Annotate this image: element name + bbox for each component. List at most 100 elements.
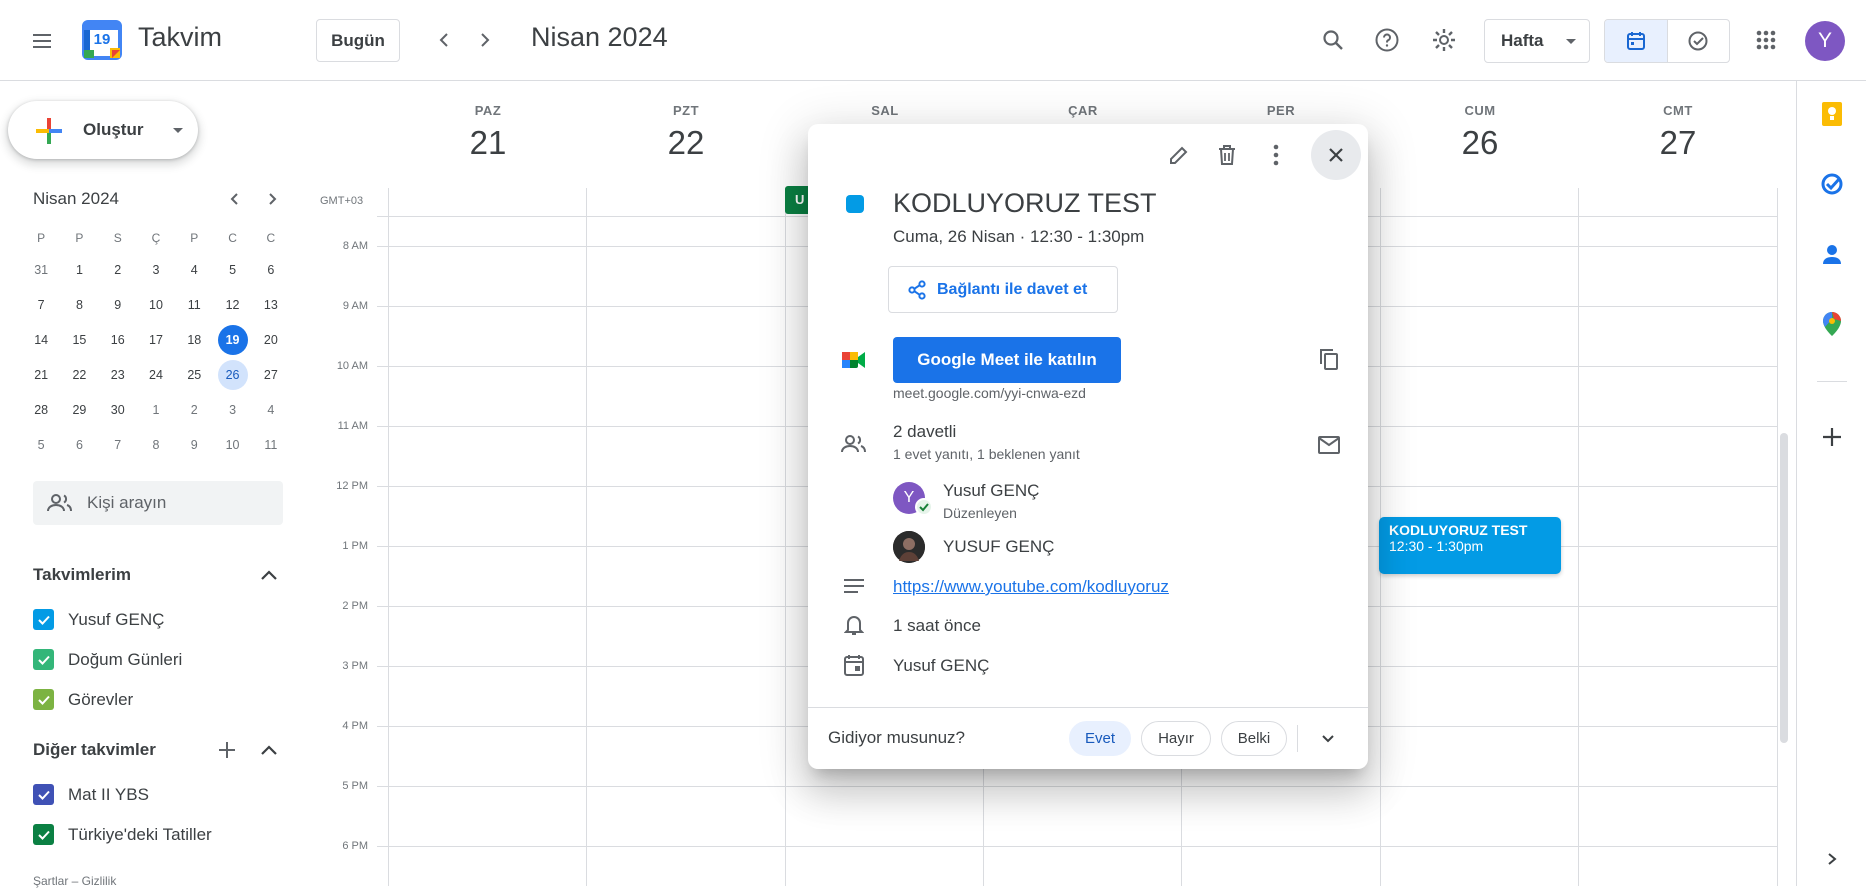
- mini-day[interactable]: 31: [22, 255, 60, 285]
- day-header[interactable]: CUM 26: [1381, 103, 1579, 162]
- mini-day[interactable]: 1: [60, 255, 98, 285]
- mini-day[interactable]: 1: [137, 395, 175, 425]
- mini-day[interactable]: 20: [252, 325, 290, 355]
- mini-day[interactable]: 24: [137, 360, 175, 390]
- create-button[interactable]: Oluştur: [8, 101, 198, 159]
- guest-name[interactable]: YUSUF GENÇ: [943, 537, 1054, 557]
- prev-week-icon[interactable]: [424, 20, 464, 60]
- mini-day[interactable]: 16: [99, 325, 137, 355]
- mini-day-today[interactable]: 19: [213, 324, 251, 355]
- calendar-item-birthdays[interactable]: Doğum Günleri: [33, 649, 182, 670]
- mini-day[interactable]: 18: [175, 325, 213, 355]
- guest-name[interactable]: Yusuf GENÇ: [943, 481, 1039, 501]
- description-link[interactable]: https://www.youtube.com/kodluyoruz: [893, 577, 1169, 597]
- mini-day[interactable]: 2: [175, 395, 213, 425]
- edit-pencil-icon[interactable]: [1160, 136, 1198, 174]
- collapse-chevron-up-icon[interactable]: [256, 562, 282, 588]
- checkbox-checked-icon[interactable]: [33, 609, 54, 630]
- calendar-item-yusuf[interactable]: Yusuf GENÇ: [33, 609, 164, 630]
- event-card[interactable]: KODLUYORUZ TEST 12:30 - 1:30pm: [1379, 517, 1561, 574]
- mini-day[interactable]: 23: [99, 360, 137, 390]
- expand-panel-chevron-icon[interactable]: [1817, 844, 1847, 874]
- grid-scrollbar[interactable]: [1780, 433, 1788, 743]
- checkbox-checked-icon[interactable]: [33, 784, 54, 805]
- mini-prev-month-icon[interactable]: [222, 186, 248, 212]
- mini-day[interactable]: 15: [60, 325, 98, 355]
- rsvp-more-chevron-icon[interactable]: [1313, 724, 1343, 754]
- mini-day[interactable]: 8: [60, 290, 98, 320]
- close-icon[interactable]: [1311, 130, 1361, 180]
- calendar-item-mat2[interactable]: Mat II YBS: [33, 784, 149, 805]
- next-week-icon[interactable]: [465, 20, 505, 60]
- calendar-view-toggle[interactable]: [1605, 20, 1668, 62]
- mini-day[interactable]: 10: [137, 290, 175, 320]
- calendar-item-tasks[interactable]: Görevler: [33, 689, 133, 710]
- rsvp-yes-button[interactable]: Evet: [1069, 721, 1131, 756]
- rsvp-no-button[interactable]: Hayır: [1141, 721, 1211, 756]
- contacts-icon[interactable]: [1817, 239, 1847, 269]
- mini-day[interactable]: 30: [99, 395, 137, 425]
- add-addon-plus-icon[interactable]: [1817, 422, 1847, 452]
- mini-day-selected[interactable]: 26: [213, 359, 251, 390]
- day-header[interactable]: CMT 27: [1579, 103, 1777, 162]
- more-options-icon[interactable]: [1257, 136, 1295, 174]
- mini-day[interactable]: 21: [22, 360, 60, 390]
- tasks-view-toggle[interactable]: [1668, 20, 1730, 62]
- day-header[interactable]: PZT 22: [587, 103, 785, 162]
- mini-day[interactable]: 14: [22, 325, 60, 355]
- mini-next-month-icon[interactable]: [259, 186, 285, 212]
- mini-day[interactable]: 8: [137, 430, 175, 460]
- mini-day[interactable]: 12: [213, 290, 251, 320]
- mini-day[interactable]: 10: [213, 430, 251, 460]
- invite-via-link-button[interactable]: Bağlantı ile davet et: [888, 266, 1118, 313]
- view-selector[interactable]: Hafta: [1484, 19, 1590, 63]
- settings-gear-icon[interactable]: [1424, 20, 1464, 60]
- day-header[interactable]: PAZ 21: [389, 103, 587, 162]
- join-meet-button[interactable]: Google Meet ile katılın: [893, 337, 1121, 383]
- mini-day[interactable]: 7: [99, 430, 137, 460]
- apps-grid-icon[interactable]: [1746, 20, 1786, 60]
- mini-day[interactable]: 22: [60, 360, 98, 390]
- mini-day[interactable]: 6: [60, 430, 98, 460]
- account-avatar[interactable]: Y: [1805, 21, 1845, 61]
- mini-day[interactable]: 5: [213, 255, 251, 285]
- email-guests-icon[interactable]: [1314, 430, 1344, 460]
- mini-day[interactable]: 9: [175, 430, 213, 460]
- mini-day[interactable]: 3: [213, 395, 251, 425]
- checkbox-checked-icon[interactable]: [33, 824, 54, 845]
- checkbox-checked-icon[interactable]: [33, 649, 54, 670]
- people-search-input[interactable]: Kişi arayın: [33, 481, 283, 525]
- help-icon[interactable]: [1367, 20, 1407, 60]
- delete-trash-icon[interactable]: [1208, 136, 1246, 174]
- calendar-item-holidays[interactable]: Türkiye'deki Tatiller: [33, 824, 212, 845]
- mini-day[interactable]: 2: [99, 255, 137, 285]
- add-calendar-plus-icon[interactable]: [214, 737, 240, 763]
- keep-icon[interactable]: [1817, 99, 1847, 129]
- checkbox-checked-icon[interactable]: [33, 689, 54, 710]
- collapse-chevron-up-icon[interactable]: [256, 737, 282, 763]
- rsvp-maybe-button[interactable]: Belki: [1221, 721, 1287, 756]
- mini-day[interactable]: 27: [252, 360, 290, 390]
- mini-day[interactable]: 25: [175, 360, 213, 390]
- mini-day[interactable]: 3: [137, 255, 175, 285]
- mini-day[interactable]: 11: [252, 430, 290, 460]
- my-calendars-title[interactable]: Takvimlerim: [33, 565, 131, 585]
- maps-icon[interactable]: [1817, 309, 1847, 339]
- mini-day[interactable]: 11: [175, 290, 213, 320]
- mini-day[interactable]: 9: [99, 290, 137, 320]
- main-menu-icon[interactable]: [22, 21, 62, 61]
- mini-day[interactable]: 4: [175, 255, 213, 285]
- mini-day[interactable]: 4: [252, 395, 290, 425]
- copy-icon[interactable]: [1314, 344, 1344, 374]
- tasks-icon[interactable]: [1817, 169, 1847, 199]
- meet-url[interactable]: meet.google.com/yyi-cnwa-ezd: [893, 385, 1086, 401]
- today-button[interactable]: Bugün: [316, 19, 400, 62]
- mini-day[interactable]: 13: [252, 290, 290, 320]
- mini-day[interactable]: 5: [22, 430, 60, 460]
- other-calendars-title[interactable]: Diğer takvimler: [33, 740, 156, 760]
- mini-day[interactable]: 29: [60, 395, 98, 425]
- mini-day[interactable]: 28: [22, 395, 60, 425]
- mini-day[interactable]: 17: [137, 325, 175, 355]
- mini-day[interactable]: 6: [252, 255, 290, 285]
- mini-day[interactable]: 7: [22, 290, 60, 320]
